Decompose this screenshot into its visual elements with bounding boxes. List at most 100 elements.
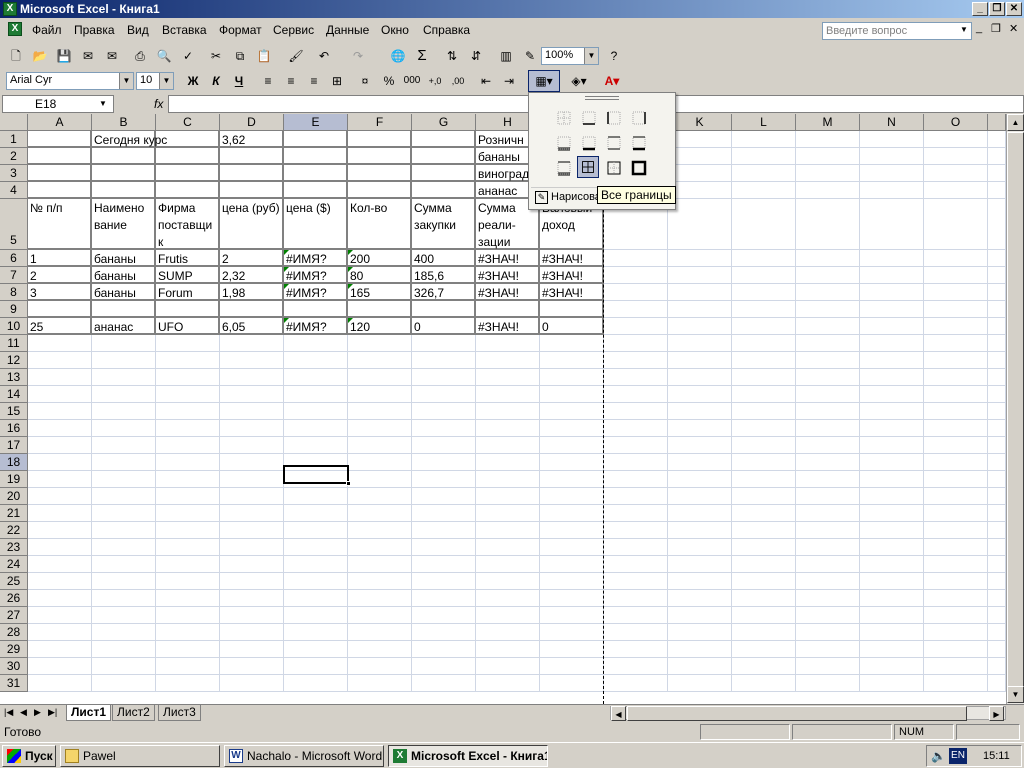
cell-j15[interactable] [604, 403, 668, 420]
error-indicator-icon[interactable] [284, 267, 289, 272]
cell-p28[interactable] [988, 624, 1006, 641]
cell-o29[interactable] [924, 641, 988, 658]
cell-a6[interactable]: 1 [28, 250, 92, 267]
row-header-26[interactable]: 26 [0, 590, 28, 607]
cell-m25[interactable] [796, 573, 860, 590]
cell-b12[interactable] [92, 352, 156, 369]
cell-j8[interactable] [604, 284, 668, 301]
cell-h21[interactable] [476, 505, 540, 522]
cell-c3[interactable] [156, 165, 220, 182]
cell-f9[interactable] [348, 301, 412, 318]
cell-p16[interactable] [988, 420, 1006, 437]
row-header-17[interactable]: 17 [0, 437, 28, 454]
cell-g26[interactable] [412, 590, 476, 607]
cell-j26[interactable] [604, 590, 668, 607]
sheet-tab-1[interactable]: Лист1 [66, 705, 112, 721]
insert-function-icon[interactable]: fx [154, 97, 163, 111]
cell-p19[interactable] [988, 471, 1006, 488]
cell-l9[interactable] [732, 301, 796, 318]
chart-wizard-icon[interactable]: ▥ [496, 46, 516, 66]
cell-o10[interactable] [924, 318, 988, 335]
cell-k24[interactable] [668, 556, 732, 573]
cell-l11[interactable] [732, 335, 796, 352]
thousands-button[interactable]: 000 [402, 71, 422, 91]
cell-p21[interactable] [988, 505, 1006, 522]
top-bottom-border-icon[interactable] [603, 132, 625, 154]
cell-b1[interactable]: Сегодня курс [92, 131, 167, 148]
cell-p9[interactable] [988, 301, 1006, 318]
cell-l12[interactable] [732, 352, 796, 369]
cell-c6[interactable]: Frutis [156, 250, 220, 267]
cell-e31[interactable] [284, 675, 348, 692]
error-indicator-icon[interactable] [348, 284, 353, 289]
cell-l6[interactable] [732, 250, 796, 267]
last-sheet-icon[interactable]: ▶| [48, 707, 57, 718]
cell-m18[interactable] [796, 454, 860, 471]
cell-e24[interactable] [284, 556, 348, 573]
cell-e9[interactable] [284, 301, 348, 318]
cell-l8[interactable] [732, 284, 796, 301]
decrease-decimal-icon[interactable]: ,00 [448, 71, 468, 91]
menu-data[interactable]: Данные [326, 23, 369, 37]
cell-j25[interactable] [604, 573, 668, 590]
cell-o12[interactable] [924, 352, 988, 369]
taskbar-item-word[interactable]: W Nachalo - Microsoft Word [224, 745, 384, 767]
increase-indent-icon[interactable]: ⇥ [499, 71, 519, 91]
cell-p20[interactable] [988, 488, 1006, 505]
cell-n14[interactable] [860, 386, 924, 403]
cell-h20[interactable] [476, 488, 540, 505]
vertical-scrollbar[interactable]: ▲ ▼ [1006, 114, 1024, 704]
cell-i20[interactable] [540, 488, 604, 505]
cell-n17[interactable] [860, 437, 924, 454]
cell-a19[interactable] [28, 471, 92, 488]
fill-color-icon[interactable]: ◈▾ [565, 71, 593, 91]
cell-m30[interactable] [796, 658, 860, 675]
cell-l20[interactable] [732, 488, 796, 505]
cell-k11[interactable] [668, 335, 732, 352]
cell-j31[interactable] [604, 675, 668, 692]
cell-l1[interactable] [732, 131, 796, 148]
cell-p26[interactable] [988, 590, 1006, 607]
cell-i14[interactable] [540, 386, 604, 403]
menu-view[interactable]: Вид [127, 23, 149, 37]
cell-d31[interactable] [220, 675, 284, 692]
cell-o26[interactable] [924, 590, 988, 607]
cell-j19[interactable] [604, 471, 668, 488]
cell-b30[interactable] [92, 658, 156, 675]
cell-p27[interactable] [988, 607, 1006, 624]
cell-n9[interactable] [860, 301, 924, 318]
cell-l4[interactable] [732, 182, 796, 199]
cell-o5[interactable] [924, 199, 988, 250]
row-header-5[interactable]: 5 [0, 199, 28, 250]
cell-a25[interactable] [28, 573, 92, 590]
restore-button[interactable]: ❐ [989, 2, 1005, 16]
column-header-l[interactable]: L [732, 114, 796, 131]
cell-k28[interactable] [668, 624, 732, 641]
cell-f18[interactable] [348, 454, 412, 471]
cell-p10[interactable] [988, 318, 1006, 335]
cell-d2[interactable] [220, 148, 284, 165]
cell-p17[interactable] [988, 437, 1006, 454]
cell-n29[interactable] [860, 641, 924, 658]
cell-f8[interactable]: 165 [348, 284, 412, 301]
cell-j18[interactable] [604, 454, 668, 471]
cell-p2[interactable] [988, 148, 1006, 165]
cell-c11[interactable] [156, 335, 220, 352]
cell-c19[interactable] [156, 471, 220, 488]
cell-d11[interactable] [220, 335, 284, 352]
cell-o20[interactable] [924, 488, 988, 505]
cell-g17[interactable] [412, 437, 476, 454]
cell-e23[interactable] [284, 539, 348, 556]
cell-l5[interactable] [732, 199, 796, 250]
cell-a28[interactable] [28, 624, 92, 641]
cell-o27[interactable] [924, 607, 988, 624]
cell-f5[interactable]: Кол-во [348, 199, 412, 250]
cell-l13[interactable] [732, 369, 796, 386]
cell-d23[interactable] [220, 539, 284, 556]
doc-restore-button[interactable]: ❐ [991, 22, 1001, 35]
bottom-double-border-icon[interactable] [553, 132, 575, 154]
cell-h26[interactable] [476, 590, 540, 607]
cell-d1[interactable]: 3,62 [220, 131, 284, 148]
cell-k16[interactable] [668, 420, 732, 437]
sort-ascending-icon[interactable]: ⇅ [442, 46, 462, 66]
